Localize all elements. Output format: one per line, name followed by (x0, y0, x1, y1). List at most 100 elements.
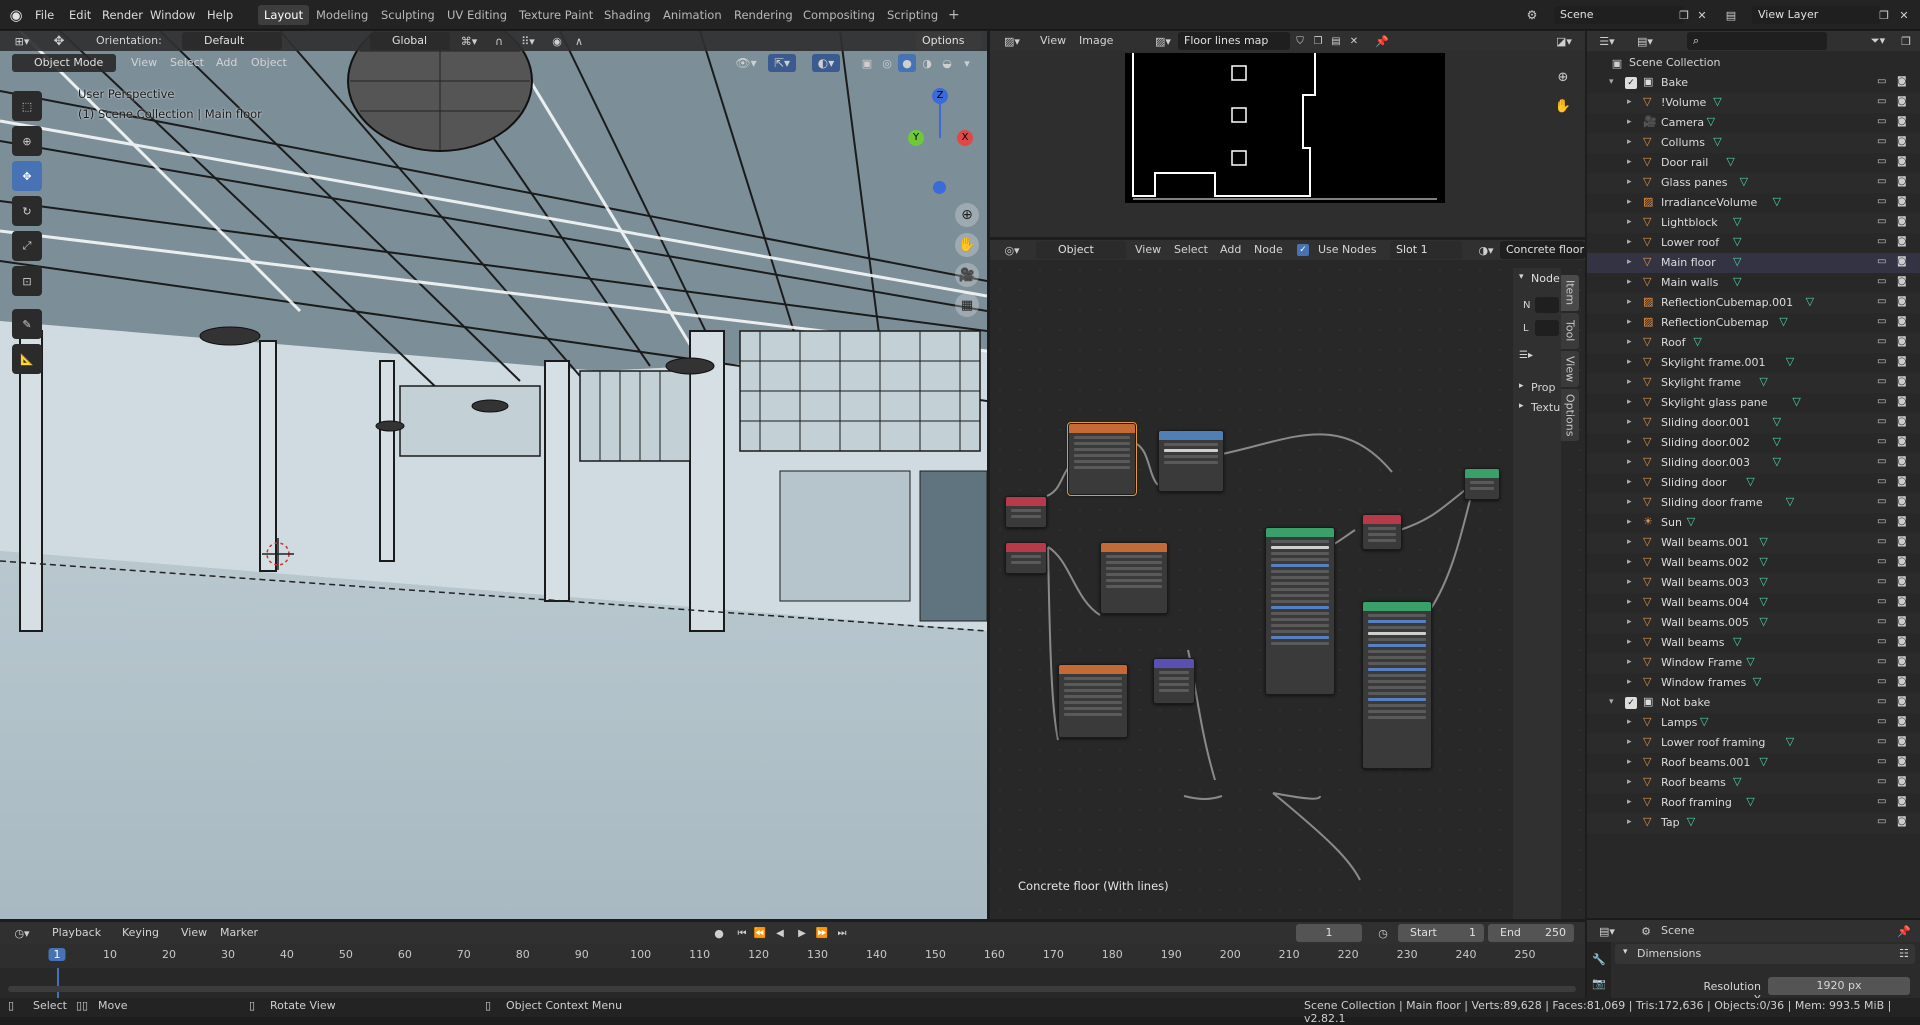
render-visibility-icon[interactable]: ◙ (1897, 356, 1907, 367)
properties-type-icon[interactable]: ▤▾ (1593, 922, 1621, 940)
transform-space-dropdown[interactable]: Global (370, 32, 450, 50)
visibility-icon[interactable]: ▭ (1877, 396, 1886, 407)
measure-tool[interactable]: 📐 (12, 344, 42, 374)
shading-options-icon[interactable]: ▾ (958, 54, 976, 72)
proportional-edit-icon[interactable]: ◉ (548, 32, 566, 50)
delete-scene-icon[interactable]: ✕ (1694, 6, 1710, 24)
timeline-menu-keying[interactable]: Keying (122, 923, 159, 943)
mesh-data-icon[interactable]: ▽ (1773, 195, 1781, 208)
rendered-shading-icon[interactable]: ◒ (938, 54, 956, 72)
current-frame-field[interactable]: 1 (1296, 924, 1362, 942)
rotate-tool[interactable]: ↻ (12, 196, 42, 226)
menu-edit[interactable]: Edit (69, 6, 91, 24)
delete-view-layer-icon[interactable]: ✕ (1896, 6, 1912, 24)
expand-right-icon[interactable]: ▸ (1627, 297, 1632, 307)
mesh-data-icon[interactable]: ▽ (1759, 535, 1767, 548)
transform-pivot-icon[interactable]: ✥ (50, 32, 68, 50)
uv-map-node-2[interactable] (1005, 542, 1047, 574)
expand-right-icon[interactable]: ▸ (1627, 217, 1632, 227)
mesh-data-icon[interactable]: ▽ (1759, 555, 1767, 568)
render-visibility-icon[interactable]: ◙ (1897, 716, 1907, 727)
expand-right-icon[interactable]: ▸ (1627, 717, 1632, 727)
mesh-data-icon[interactable]: ▽ (1707, 115, 1715, 128)
expand-right-icon[interactable]: ▸ (1627, 497, 1632, 507)
tab-uv-editing[interactable]: UV Editing (441, 5, 513, 25)
gizmo-toggle-icon[interactable]: ⇱▾ (768, 54, 796, 72)
outliner-item-row[interactable]: ▸ ▽ Sliding door frame ▽ ▭ ◙ (1587, 493, 1920, 513)
editor-type-icon[interactable]: ⊞▾ (8, 32, 36, 50)
expand-right-icon[interactable]: ▸ (1627, 437, 1632, 447)
render-visibility-icon[interactable]: ◙ (1897, 596, 1907, 607)
image-zoom-icon[interactable]: ⊕ (1552, 66, 1574, 88)
view-layer-selector[interactable]: View Layer (1752, 6, 1880, 24)
outliner-item-row[interactable]: ▸ ▽ !Volume ▽ ▭ ◙ (1587, 93, 1920, 113)
outliner-item-row[interactable]: ▸ ▽ Wall beams.003 ▽ ▭ ◙ (1587, 573, 1920, 593)
render-visibility-icon[interactable]: ◙ (1897, 536, 1907, 547)
expand-right-icon[interactable]: ▸ (1627, 377, 1632, 387)
viewport-3d[interactable]: ⊞▾ ✥ Orientation: Default Global ⌘▾ ∩ ⠿▾… (0, 31, 987, 919)
resolution-x-field[interactable]: 1920 px (1768, 977, 1910, 995)
orientation-dropdown[interactable]: Default (182, 32, 282, 50)
properties-editor[interactable]: ▤▾ ⚙ Scene 📌 🔧 📷 ▾ Dimensions ☷ Resoluti… (1587, 918, 1920, 1006)
mesh-data-icon[interactable]: ▽ (1779, 315, 1787, 328)
mesh-data-icon[interactable]: ▽ (1759, 595, 1767, 608)
visibility-icon[interactable]: ▭ (1877, 776, 1886, 787)
camera-view-icon[interactable]: 🎥 (955, 263, 979, 287)
expand-right-icon[interactable]: ▸ (1627, 677, 1632, 687)
outliner[interactable]: ☰▾ ▤▾ ⌕ ⏷▾ ❐ ▣ Scene Collection ▾ ✓ ▣ Bake ▭… (1587, 31, 1920, 919)
tab-modeling[interactable]: Modeling (310, 5, 374, 25)
render-visibility-icon[interactable]: ◙ (1897, 436, 1907, 447)
mode-dropdown[interactable]: Object Mode (12, 54, 116, 72)
view-layer-icon[interactable]: ▤ (1722, 6, 1740, 24)
tab-scripting[interactable]: Scripting (881, 5, 944, 25)
render-visibility-icon[interactable]: ◙ (1897, 396, 1907, 407)
gizmo-axis-y-icon[interactable]: Y (908, 130, 924, 146)
mesh-data-icon[interactable]: ▽ (1759, 615, 1767, 628)
outliner-item-row[interactable]: ▸ ▽ Wall beams.001 ▽ ▭ ◙ (1587, 533, 1920, 553)
texture-panel-header[interactable]: Textu (1531, 401, 1560, 414)
outliner-type-icon[interactable]: ☰▾ (1593, 32, 1621, 50)
jump-start-icon[interactable]: ⏮ (734, 924, 750, 942)
new-view-layer-icon[interactable]: ❐ (1876, 6, 1892, 24)
properties-panel-header[interactable]: Prop (1531, 381, 1555, 394)
node-name-field[interactable] (1535, 297, 1559, 313)
mesh-data-icon[interactable]: ▽ (1786, 735, 1794, 748)
render-visibility-icon[interactable]: ◙ (1897, 796, 1907, 807)
mesh-data-icon[interactable]: ▽ (1713, 95, 1721, 108)
visibility-icon[interactable]: ▭ (1877, 496, 1886, 507)
render-visibility-icon[interactable]: ◙ (1897, 96, 1907, 107)
expand-right-icon[interactable]: ▸ (1627, 197, 1632, 207)
outliner-item-row[interactable]: ▸ ▽ Skylight frame ▽ ▭ ◙ (1587, 373, 1920, 393)
visibility-icon[interactable]: ▭ (1877, 236, 1886, 247)
unlink-image-icon[interactable]: ✕ (1346, 32, 1362, 50)
expand-right-icon[interactable]: ▸ (1627, 597, 1632, 607)
expand-right-icon[interactable]: ▸ (1627, 137, 1632, 147)
expand-right-icon[interactable]: ▸ (1627, 257, 1632, 267)
outliner-collection-row[interactable]: ▾ ✓ ▣ Not bake ▭ ◙ (1587, 693, 1920, 713)
render-visibility-icon[interactable]: ◙ (1897, 236, 1907, 247)
mesh-data-icon[interactable]: ▽ (1713, 135, 1721, 148)
expand-right-icon[interactable]: ▸ (1627, 517, 1632, 527)
menu-render[interactable]: Render (102, 6, 143, 24)
display-mode-icon[interactable]: ▤▾ (1631, 32, 1659, 50)
outliner-item-row[interactable]: ▸ ▽ Sliding door.003 ▽ ▭ ◙ (1587, 453, 1920, 473)
expand-right-icon[interactable]: ▸ (1627, 457, 1632, 467)
visibility-icon[interactable]: ▭ (1877, 796, 1886, 807)
expand-right-icon[interactable]: ▸ (1627, 757, 1632, 767)
image-menu-image[interactable]: Image (1079, 31, 1113, 51)
navigation-gizmo[interactable]: Z Y X (895, 86, 975, 206)
gizmo-axis-z-icon[interactable]: Z (932, 88, 948, 104)
new-scene-icon[interactable]: ❐ (1676, 6, 1692, 24)
mesh-data-icon[interactable]: ▽ (1733, 215, 1741, 228)
outliner-item-row[interactable]: ▸ ☀ Sun ▽ ▭ ◙ (1587, 513, 1920, 533)
expand-right-icon[interactable]: ▸ (1627, 797, 1632, 807)
outliner-item-row[interactable]: ▸ ▨ IrradianceVolume ▽ ▭ ◙ (1587, 193, 1920, 213)
presets-icon[interactable]: ☷ (1899, 947, 1909, 960)
transform-tool[interactable]: ⊡ (12, 266, 42, 296)
expand-right-icon[interactable]: ▸ (1627, 537, 1632, 547)
pin-icon[interactable]: 📌 (1374, 32, 1390, 50)
expand-right-icon[interactable]: ▸ (1627, 577, 1632, 587)
mesh-data-icon[interactable]: ▽ (1753, 675, 1761, 688)
render-visibility-icon[interactable]: ◙ (1897, 576, 1907, 587)
expand-right-icon[interactable]: ▸ (1627, 617, 1632, 627)
